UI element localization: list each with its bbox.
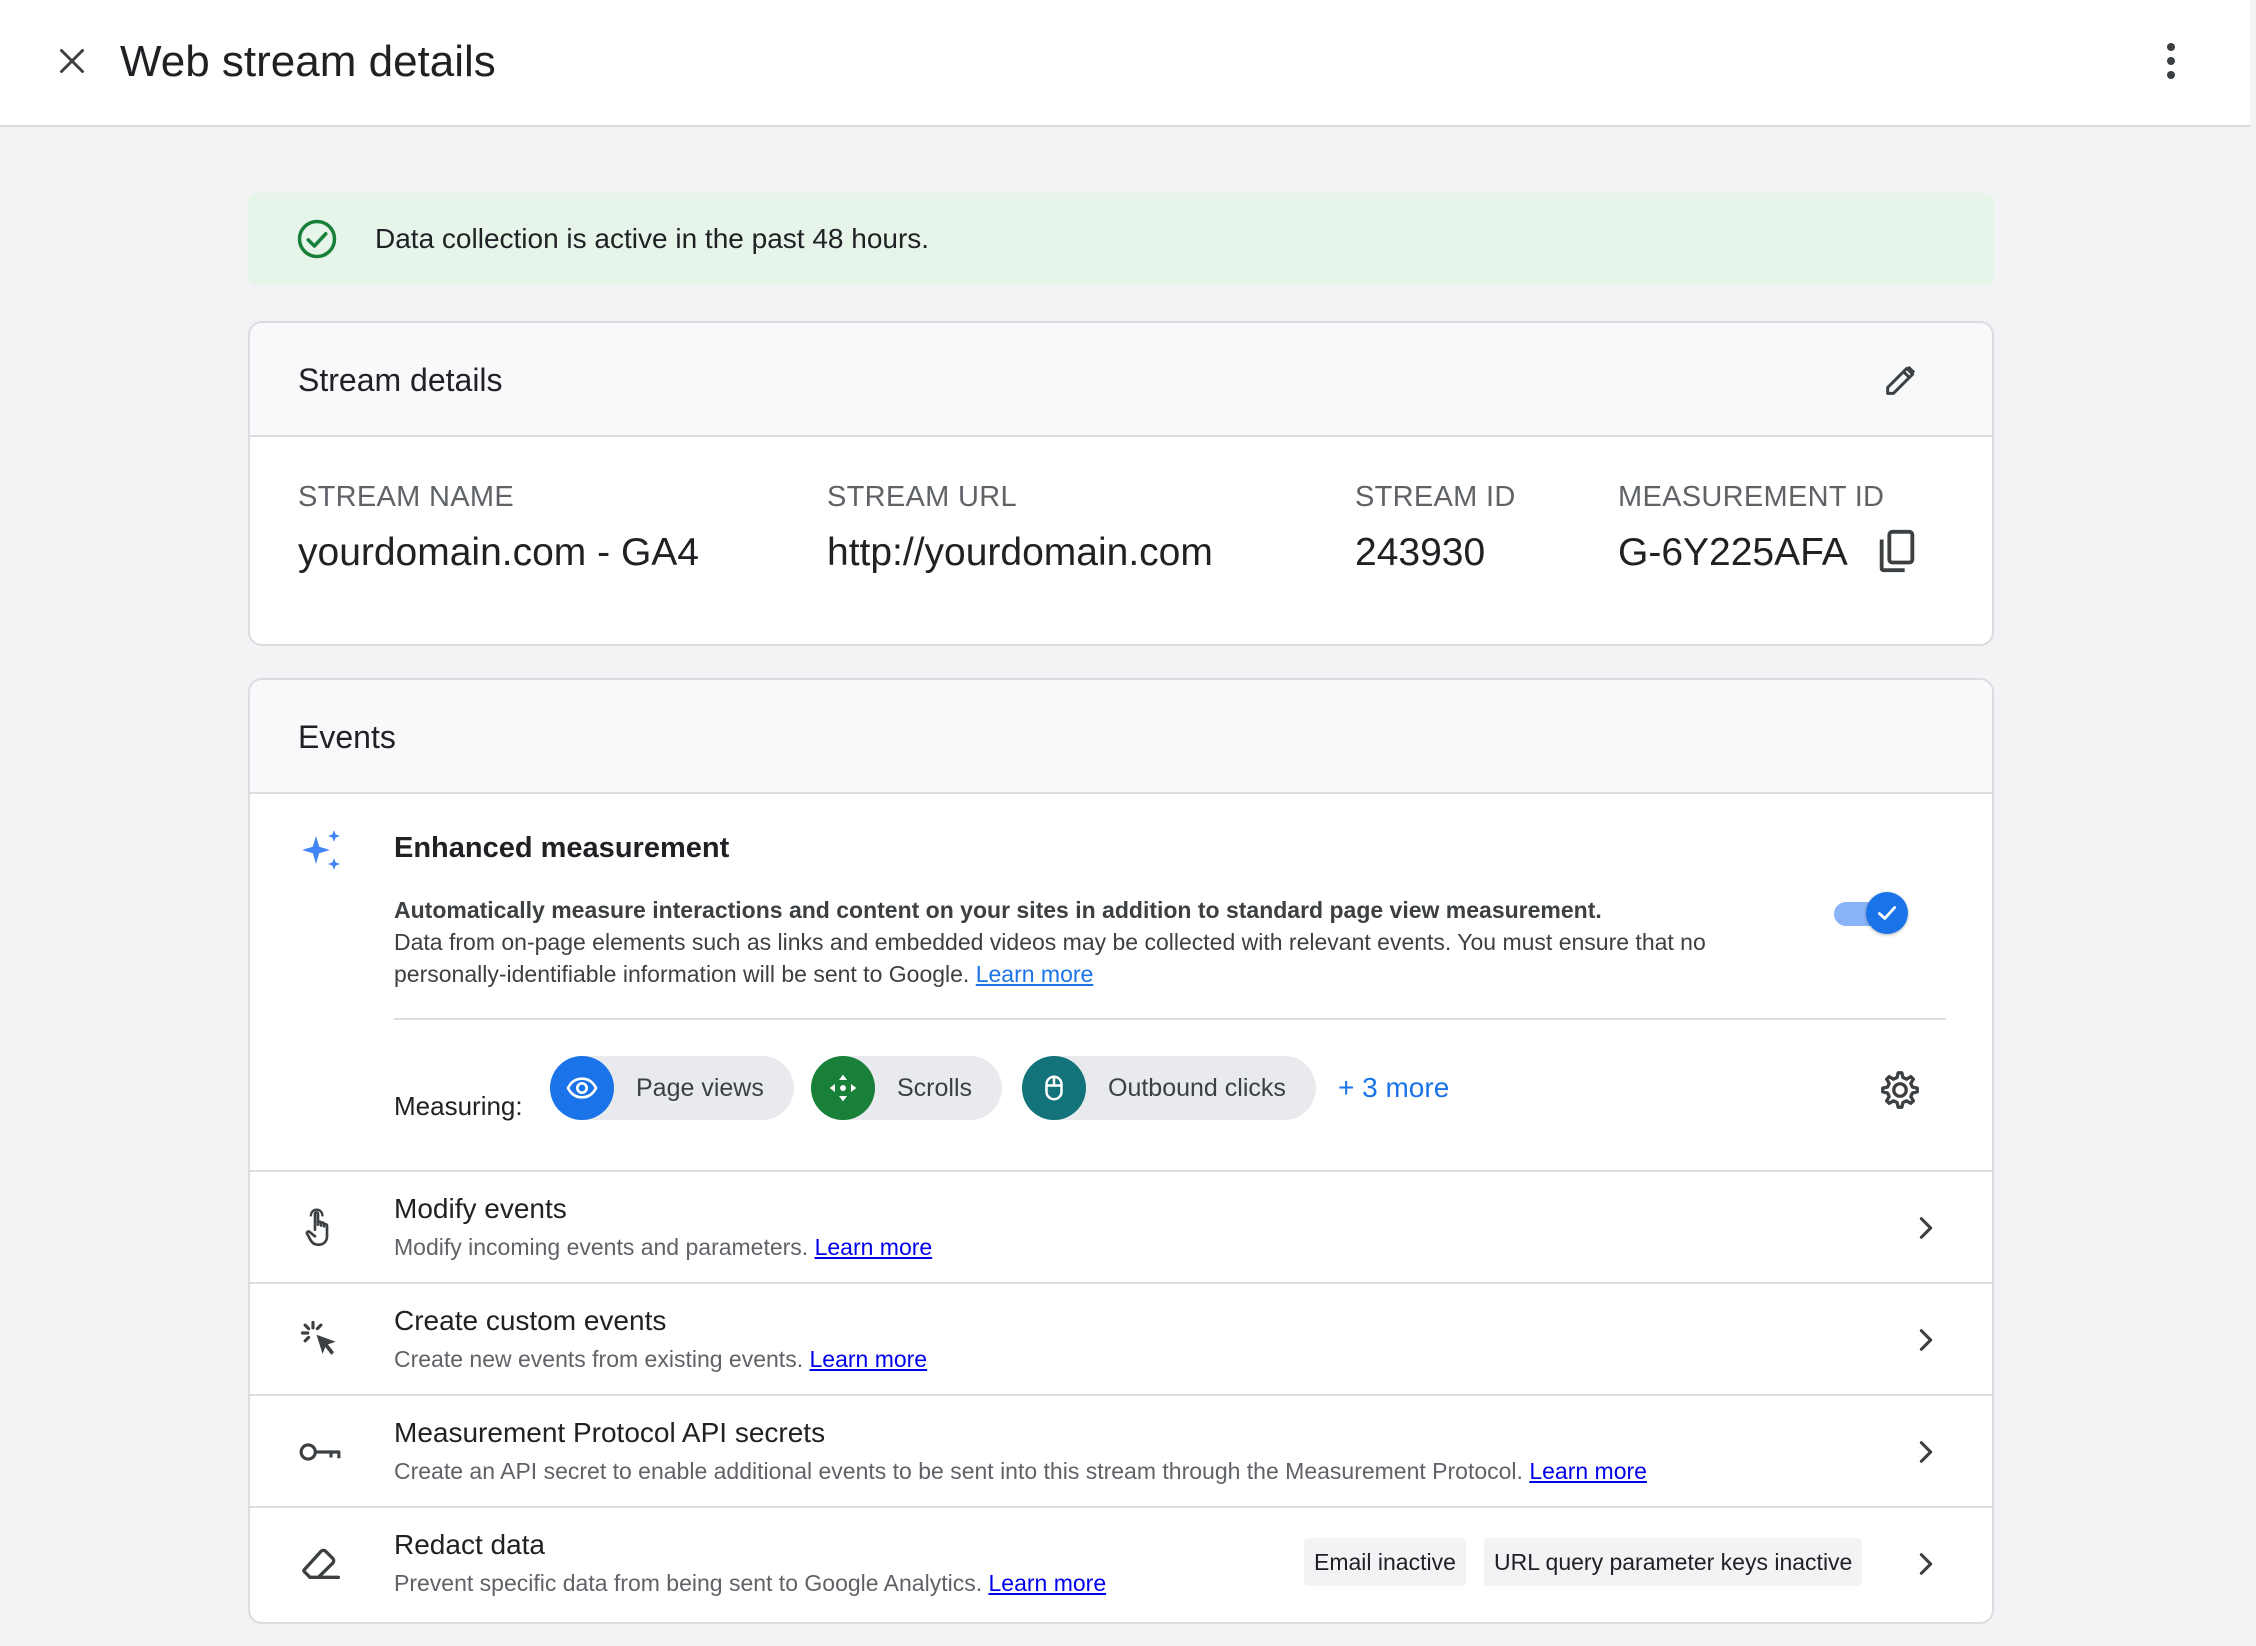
stream-url-field: STREAM URL http://yourdomain.com bbox=[827, 477, 1213, 579]
chip-scrolls[interactable]: Scrolls bbox=[811, 1056, 1003, 1120]
chip-page-views[interactable]: Page views bbox=[550, 1056, 794, 1120]
status-text: Data collection is active in the past 48… bbox=[375, 223, 930, 254]
measuring-label: Measuring: bbox=[394, 1091, 523, 1121]
divider bbox=[394, 1018, 1946, 1020]
row-desc: Modify incoming events and parameters. L… bbox=[394, 1230, 932, 1264]
create-custom-events-row[interactable]: Create custom events Create new events f… bbox=[250, 1282, 1992, 1394]
row-title: Modify events bbox=[394, 1193, 567, 1224]
status-badge: URL query parameter keys inactive bbox=[1484, 1538, 1863, 1586]
stream-details-card: Stream details STREAM NAME yourdomain.co… bbox=[248, 321, 1994, 646]
chevron-right-icon bbox=[1900, 1538, 1952, 1590]
chip-label: Scrolls bbox=[897, 1073, 973, 1102]
chevron-right-icon bbox=[1900, 1426, 1952, 1478]
scroll-arrows-icon bbox=[811, 1056, 875, 1120]
learn-more-link[interactable]: Learn more bbox=[815, 1234, 933, 1260]
row-desc-text: Prevent specific data from being sent to… bbox=[394, 1570, 983, 1596]
enhanced-measurement-summary: Automatically measure interactions and c… bbox=[394, 897, 1602, 923]
sparkle-icon bbox=[298, 828, 346, 881]
chip-label: Page views bbox=[636, 1073, 764, 1102]
stream-name-field: STREAM NAME yourdomain.com - GA4 bbox=[298, 477, 699, 579]
mouse-icon bbox=[1022, 1056, 1086, 1120]
touch-hand-icon bbox=[294, 1202, 346, 1254]
status-badge: Email inactive bbox=[1304, 1538, 1466, 1586]
chip-label: Outbound clicks bbox=[1108, 1073, 1286, 1102]
stream-name-label: STREAM NAME bbox=[298, 481, 514, 513]
measurement-id-label: MEASUREMENT ID bbox=[1618, 481, 1885, 513]
copy-icon[interactable] bbox=[1870, 522, 1924, 580]
top-app-bar: Web stream details bbox=[0, 0, 2250, 127]
enhanced-measurement-section: Enhanced measurement Automatically measu… bbox=[250, 794, 1992, 1170]
close-icon[interactable] bbox=[46, 35, 98, 87]
stream-details-body: STREAM NAME yourdomain.com - GA4 STREAM … bbox=[250, 437, 1992, 644]
check-circle-icon bbox=[296, 218, 338, 265]
measurement-id-field: MEASUREMENT ID G-6Y225AFA bbox=[1618, 477, 1884, 579]
stream-details-header: Stream details bbox=[250, 323, 1992, 437]
events-header: Events bbox=[250, 680, 1992, 794]
more-measurements-link[interactable]: + 3 more bbox=[1338, 1068, 1449, 1108]
row-desc: Create an API secret to enable additiona… bbox=[394, 1454, 1647, 1488]
more-vert-icon[interactable] bbox=[2145, 35, 2197, 87]
stream-id-label: STREAM ID bbox=[1355, 481, 1516, 513]
chevron-right-icon bbox=[1900, 1314, 1952, 1366]
redact-data-row[interactable]: Redact data Prevent specific data from b… bbox=[250, 1506, 1992, 1622]
eye-icon bbox=[550, 1056, 614, 1120]
row-desc-text: Modify incoming events and parameters. bbox=[394, 1234, 809, 1260]
edit-pencil-icon[interactable] bbox=[1872, 351, 1930, 409]
learn-more-link[interactable]: Learn more bbox=[1529, 1458, 1647, 1484]
enhanced-measurement-desc: Data from on-page elements such as links… bbox=[394, 926, 1814, 990]
status-banner: Data collection is active in the past 48… bbox=[248, 193, 1994, 286]
row-desc-text: Create new events from existing events. bbox=[394, 1346, 804, 1372]
chevron-right-icon bbox=[1900, 1202, 1952, 1254]
row-title: Measurement Protocol API secrets bbox=[394, 1417, 826, 1448]
cursor-click-icon bbox=[294, 1314, 346, 1366]
row-title: Redact data bbox=[394, 1529, 545, 1560]
enhanced-learn-more-link[interactable]: Learn more bbox=[976, 961, 1094, 987]
events-title: Events bbox=[298, 719, 396, 755]
stream-id-value: 243930 bbox=[1355, 531, 1486, 574]
check-icon bbox=[1866, 892, 1908, 934]
key-icon bbox=[294, 1426, 346, 1478]
measurement-id-value: G-6Y225AFA bbox=[1618, 531, 1848, 574]
learn-more-link[interactable]: Learn more bbox=[809, 1346, 927, 1372]
page-title: Web stream details bbox=[120, 37, 496, 86]
chip-outbound-clicks[interactable]: Outbound clicks bbox=[1022, 1056, 1316, 1120]
stream-url-label: STREAM URL bbox=[827, 481, 1017, 513]
stream-url-value: http://yourdomain.com bbox=[827, 531, 1213, 574]
row-desc-text: Create an API secret to enable additiona… bbox=[394, 1458, 1523, 1484]
events-card: Events Enhanced measurement Automaticall… bbox=[248, 678, 1994, 1624]
eraser-icon bbox=[294, 1538, 346, 1590]
row-desc: Create new events from existing events. … bbox=[394, 1342, 927, 1376]
stream-name-value: yourdomain.com - GA4 bbox=[298, 531, 699, 574]
stream-details-title: Stream details bbox=[298, 362, 503, 398]
enhanced-measurement-toggle[interactable] bbox=[1832, 892, 1908, 934]
row-title: Create custom events bbox=[394, 1305, 667, 1336]
modify-events-row[interactable]: Modify events Modify incoming events and… bbox=[250, 1170, 1992, 1282]
learn-more-link[interactable]: Learn more bbox=[989, 1570, 1107, 1596]
enhanced-measurement-title: Enhanced measurement bbox=[394, 832, 730, 864]
row-desc: Prevent specific data from being sent to… bbox=[394, 1566, 1106, 1600]
stream-id-field: STREAM ID 243930 bbox=[1355, 477, 1516, 579]
gear-icon[interactable] bbox=[1872, 1062, 1928, 1118]
measurement-protocol-row[interactable]: Measurement Protocol API secrets Create … bbox=[250, 1394, 1992, 1506]
